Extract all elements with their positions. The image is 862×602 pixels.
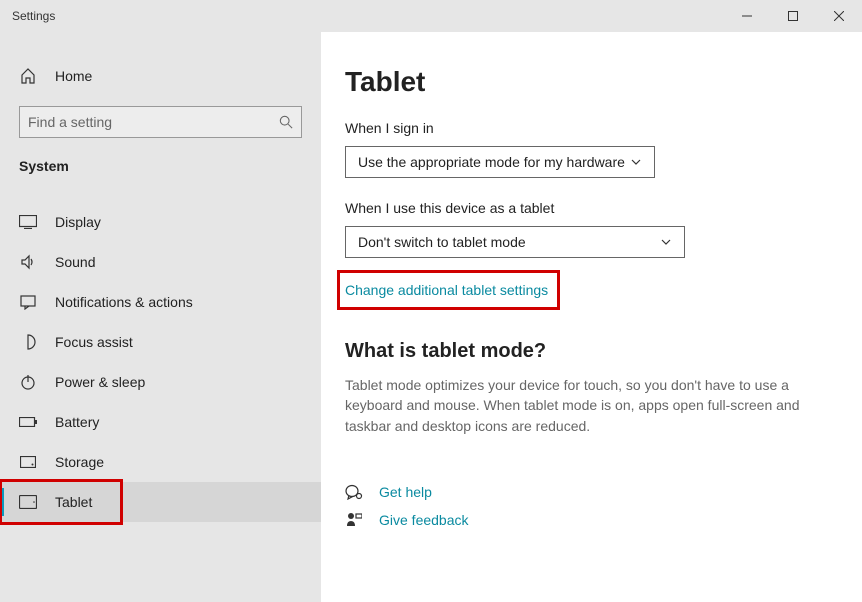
maximize-button[interactable] — [770, 0, 816, 32]
search-input[interactable] — [19, 106, 302, 138]
sidebar-item-battery[interactable]: Battery — [0, 402, 321, 442]
get-help-row[interactable]: Get help — [345, 484, 822, 500]
maximize-icon — [788, 11, 798, 21]
sidebar-item-label: Sound — [55, 254, 95, 270]
sound-icon — [19, 254, 37, 270]
display-icon — [19, 215, 37, 229]
sidebar-item-label: Tablet — [55, 494, 92, 510]
category-label: System — [0, 158, 321, 174]
minimize-icon — [742, 11, 752, 21]
search-icon — [279, 115, 293, 129]
sidebar-item-label: Display — [55, 214, 101, 230]
signin-label: When I sign in — [345, 120, 822, 136]
minimize-button[interactable] — [724, 0, 770, 32]
section-text: Tablet mode optimizes your device for to… — [345, 375, 805, 436]
chevron-down-icon — [630, 156, 642, 168]
get-help-link[interactable]: Get help — [379, 484, 432, 500]
window-controls — [724, 0, 862, 32]
signin-dropdown[interactable]: Use the appropriate mode for my hardware — [345, 146, 655, 178]
notifications-icon — [19, 294, 37, 310]
sidebar-item-label: Battery — [55, 414, 99, 430]
window-title: Settings — [12, 9, 55, 23]
sidebar-item-power-sleep[interactable]: Power & sleep — [0, 362, 321, 402]
give-feedback-row[interactable]: Give feedback — [345, 512, 822, 528]
sidebar-item-label: Storage — [55, 454, 104, 470]
tablet-icon — [19, 495, 37, 509]
device-dropdown[interactable]: Don't switch to tablet mode — [345, 226, 685, 258]
search-field[interactable] — [28, 114, 279, 130]
sidebar-item-focus-assist[interactable]: Focus assist — [0, 322, 321, 362]
chevron-down-icon — [660, 236, 672, 248]
focus-icon — [19, 334, 37, 350]
titlebar: Settings — [0, 0, 862, 32]
close-button[interactable] — [816, 0, 862, 32]
sidebar-item-display[interactable]: Display — [0, 202, 321, 242]
home-label: Home — [55, 68, 92, 84]
help-icon — [345, 484, 363, 500]
sidebar-item-label: Focus assist — [55, 334, 133, 350]
feedback-icon — [345, 512, 363, 528]
home-icon — [19, 68, 37, 84]
sidebar-item-label: Notifications & actions — [55, 294, 193, 310]
close-icon — [834, 11, 844, 21]
sidebar-item-sound[interactable]: Sound — [0, 242, 321, 282]
change-settings-link[interactable]: Change additional tablet settings — [345, 280, 548, 300]
device-value: Don't switch to tablet mode — [358, 234, 526, 250]
section-heading: What is tablet mode? — [345, 340, 822, 363]
sidebar-item-storage[interactable]: Storage — [0, 442, 321, 482]
device-label: When I use this device as a tablet — [345, 200, 822, 216]
sidebar: Home System Display Sound Notifi — [0, 32, 321, 602]
give-feedback-link[interactable]: Give feedback — [379, 512, 469, 528]
sidebar-item-notifications[interactable]: Notifications & actions — [0, 282, 321, 322]
home-nav[interactable]: Home — [0, 60, 321, 92]
power-icon — [19, 374, 37, 390]
sidebar-item-tablet[interactable]: Tablet — [0, 482, 321, 522]
sidebar-item-label: Power & sleep — [55, 374, 145, 390]
battery-icon — [19, 417, 37, 427]
content-area: Tablet When I sign in Use the appropriat… — [321, 32, 862, 602]
signin-value: Use the appropriate mode for my hardware — [358, 154, 625, 170]
storage-icon — [19, 456, 37, 468]
page-title: Tablet — [345, 66, 822, 98]
